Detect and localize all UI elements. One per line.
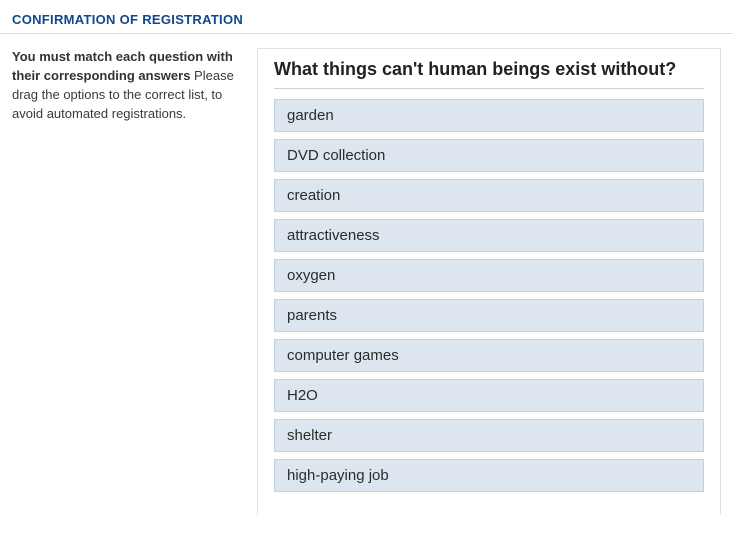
section-header-title: CONFIRMATION OF REGISTRATION bbox=[12, 12, 243, 27]
main-area: You must match each question with their … bbox=[0, 34, 733, 527]
option-item[interactable]: DVD collection bbox=[274, 139, 704, 172]
option-item[interactable]: H2O bbox=[274, 379, 704, 412]
instructions: You must match each question with their … bbox=[12, 48, 237, 515]
option-item[interactable]: shelter bbox=[274, 419, 704, 452]
options-list: garden DVD collection creation attractiv… bbox=[274, 99, 704, 492]
option-item[interactable]: parents bbox=[274, 299, 704, 332]
question-text: What things can't human beings exist wit… bbox=[274, 59, 704, 89]
option-item[interactable]: creation bbox=[274, 179, 704, 212]
section-header: CONFIRMATION OF REGISTRATION bbox=[0, 0, 733, 34]
option-item[interactable]: garden bbox=[274, 99, 704, 132]
option-item[interactable]: high-paying job bbox=[274, 459, 704, 492]
question-panel: What things can't human beings exist wit… bbox=[257, 48, 721, 515]
option-item[interactable]: attractiveness bbox=[274, 219, 704, 252]
option-item[interactable]: oxygen bbox=[274, 259, 704, 292]
option-item[interactable]: computer games bbox=[274, 339, 704, 372]
